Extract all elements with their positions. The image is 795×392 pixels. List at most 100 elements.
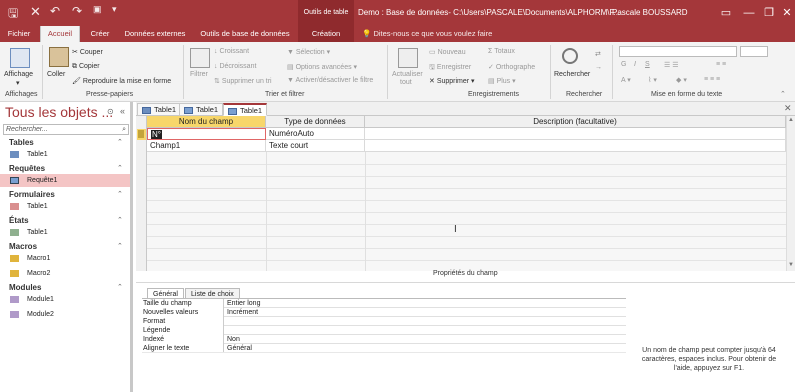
collapse-chevron-icon[interactable]: ⌃ xyxy=(117,138,123,146)
croissant-button[interactable]: ↓ Croissant xyxy=(214,48,249,55)
vertical-scrollbar[interactable]: ▲ ▼ xyxy=(786,116,795,271)
tab-creer[interactable]: Créer xyxy=(83,26,117,42)
property-row[interactable]: Légende xyxy=(142,326,626,335)
nav-options-icon[interactable]: ⊙ xyxy=(107,107,114,116)
property-row[interactable]: Nouvelles valeurs Incrément xyxy=(142,308,626,317)
close-tab-icon[interactable]: ✕ xyxy=(784,103,792,114)
data-type-cell[interactable]: Texte court xyxy=(266,140,365,152)
undo-icon[interactable]: ↶ xyxy=(50,4,60,18)
underline-icon[interactable]: S xyxy=(645,61,650,68)
font-color-icon[interactable]: A ▾ xyxy=(621,76,631,84)
tab-donnees-externes[interactable]: Données externes xyxy=(119,26,191,42)
orthographe-button[interactable]: ✓ Orthographe xyxy=(488,63,535,71)
collapse-chevron-icon[interactable]: ⌃ xyxy=(117,164,123,172)
header-description[interactable]: Description (facultative) xyxy=(365,116,786,128)
nav-item-report[interactable]: Table1 xyxy=(0,226,130,239)
collapse-chevron-icon[interactable]: ⌃ xyxy=(117,216,123,224)
tab-fichier[interactable]: Fichier xyxy=(0,26,38,42)
customize-quick-access-icon[interactable]: ▾ xyxy=(112,4,117,15)
goto-icon[interactable]: → xyxy=(595,64,602,71)
options-avancees-button[interactable]: ▤ Options avancées ▾ xyxy=(287,63,357,71)
section-formulaires[interactable]: Formulaires xyxy=(9,190,55,199)
property-value[interactable]: Incrément xyxy=(225,308,258,317)
doc-tab-table[interactable]: Table1 xyxy=(179,103,224,116)
affichage-button[interactable]: Affichage xyxy=(4,71,33,78)
indent-icon[interactable]: ☰ ☰ xyxy=(664,61,679,69)
collapse-chevron-icon[interactable]: ⌃ xyxy=(117,283,123,291)
property-value[interactable]: Entier long xyxy=(225,299,260,308)
header-data-type[interactable]: Type de données xyxy=(266,116,365,128)
tell-me-box[interactable]: 💡 Dites-nous ce que vous voulez faire xyxy=(362,26,492,42)
selection-button[interactable]: ▼ Sélection ▾ xyxy=(287,48,330,56)
nav-item-table[interactable]: Table1 xyxy=(0,148,130,161)
scroll-down-icon[interactable]: ▼ xyxy=(788,262,794,268)
fill-icon[interactable]: ◆ ▾ xyxy=(676,76,687,84)
font-size-select[interactable] xyxy=(740,46,768,57)
tab-outils-bdd[interactable]: Outils de base de données xyxy=(194,26,296,42)
open-icon[interactable]: ▣ xyxy=(93,4,102,15)
couper-button[interactable]: ✂ Couper xyxy=(72,48,103,56)
collapse-chevron-icon[interactable]: ⌃ xyxy=(117,242,123,250)
actualiser-button[interactable]: Actualiser xyxy=(392,71,423,78)
nouveau-button[interactable]: ▭ Nouveau xyxy=(429,48,466,56)
section-requetes[interactable]: Requêtes xyxy=(9,164,45,173)
tab-accueil[interactable]: Accueil xyxy=(40,26,80,42)
filtrer-button[interactable]: Filtrer xyxy=(190,71,208,78)
field-name-cell[interactable]: N° xyxy=(147,128,266,140)
section-tables[interactable]: Tables xyxy=(9,138,34,147)
tab-creation[interactable]: Création xyxy=(298,26,354,42)
property-value[interactable]: Non xyxy=(225,335,240,344)
nav-item-module[interactable]: Module1 xyxy=(0,293,130,306)
font-family-select[interactable] xyxy=(619,46,737,57)
totaux-button[interactable]: Σ Totaux xyxy=(488,48,515,55)
doc-tab-table[interactable]: Table1 xyxy=(137,103,182,116)
user-name[interactable]: Pascale BOUSSARD xyxy=(612,0,688,26)
highlight-icon[interactable]: ⌇ ▾ xyxy=(648,76,657,84)
coller-button[interactable]: Coller xyxy=(47,71,65,78)
save-icon[interactable]: 🖫 xyxy=(8,4,18,25)
section-macros[interactable]: Macros xyxy=(9,242,37,251)
affichage-dropdown-icon[interactable]: ▾ xyxy=(16,79,20,87)
list-icon[interactable]: ≡ ≡ xyxy=(716,61,726,68)
nav-item-query[interactable]: Requête1 xyxy=(0,174,130,187)
section-etats[interactable]: États xyxy=(9,216,29,225)
replace-icon[interactable]: ⇄ xyxy=(595,50,601,58)
nav-item-macro[interactable]: Macro1 xyxy=(0,252,130,265)
description-cell[interactable] xyxy=(365,140,786,152)
header-field-name[interactable]: Nom du champ xyxy=(147,116,266,128)
property-row[interactable]: Format xyxy=(142,317,626,326)
reproduire-button[interactable]: 🖌 Reproduire la mise en forme xyxy=(72,77,171,85)
decroissant-button[interactable]: ↓ Décroissant xyxy=(214,63,256,70)
nav-pane-title[interactable]: Tous les objets ... xyxy=(5,104,113,120)
nav-item-macro[interactable]: Macro2 xyxy=(0,267,130,280)
align-icon[interactable]: ≡ ≡ ≡ xyxy=(704,76,720,83)
rechercher-button[interactable]: Rechercher xyxy=(554,71,590,78)
enregistrer-button[interactable]: 🖫 Enregistrer xyxy=(429,63,471,74)
collapse-chevron-icon[interactable]: ⌃ xyxy=(117,190,123,198)
property-value[interactable] xyxy=(225,317,227,326)
bold-icon[interactable]: G xyxy=(621,61,626,68)
doc-tab-table-active[interactable]: Table1 xyxy=(223,103,268,116)
nav-item-form[interactable]: Table1 xyxy=(0,200,130,213)
property-row[interactable]: Taille du champ Entier long xyxy=(142,299,626,308)
plus-button[interactable]: ▤ Plus ▾ xyxy=(488,77,516,85)
nav-collapse-icon[interactable]: « xyxy=(120,106,125,116)
copier-button[interactable]: ⧉ Copier xyxy=(72,63,100,71)
nav-item-module[interactable]: Module2 xyxy=(0,308,130,321)
description-cell[interactable] xyxy=(365,128,786,140)
collapse-ribbon-icon[interactable]: ⌃ xyxy=(780,90,786,98)
italic-icon[interactable]: I xyxy=(634,61,636,68)
supprimer-button[interactable]: ✕ Supprimer ▾ xyxy=(429,77,475,85)
activer-filtre-button[interactable]: ▼ Activer/désactiver le filtre xyxy=(287,77,373,84)
field-name-cell[interactable]: Champ1 xyxy=(147,140,266,152)
scroll-up-icon[interactable]: ▲ xyxy=(788,117,794,123)
supprimer-tri-button[interactable]: ⇅ Supprimer un tri xyxy=(214,77,272,85)
close-icon[interactable]: ✕ xyxy=(30,4,41,20)
property-value[interactable] xyxy=(225,326,227,335)
nav-search-input[interactable]: Rechercher... ⌕ xyxy=(3,124,129,135)
data-type-cell[interactable]: NuméroAuto xyxy=(266,128,365,140)
section-modules[interactable]: Modules xyxy=(9,283,41,292)
close-button[interactable]: ✕ xyxy=(773,0,795,26)
redo-icon[interactable]: ↷ xyxy=(72,4,82,18)
property-row[interactable]: Indexé Non xyxy=(142,335,626,344)
